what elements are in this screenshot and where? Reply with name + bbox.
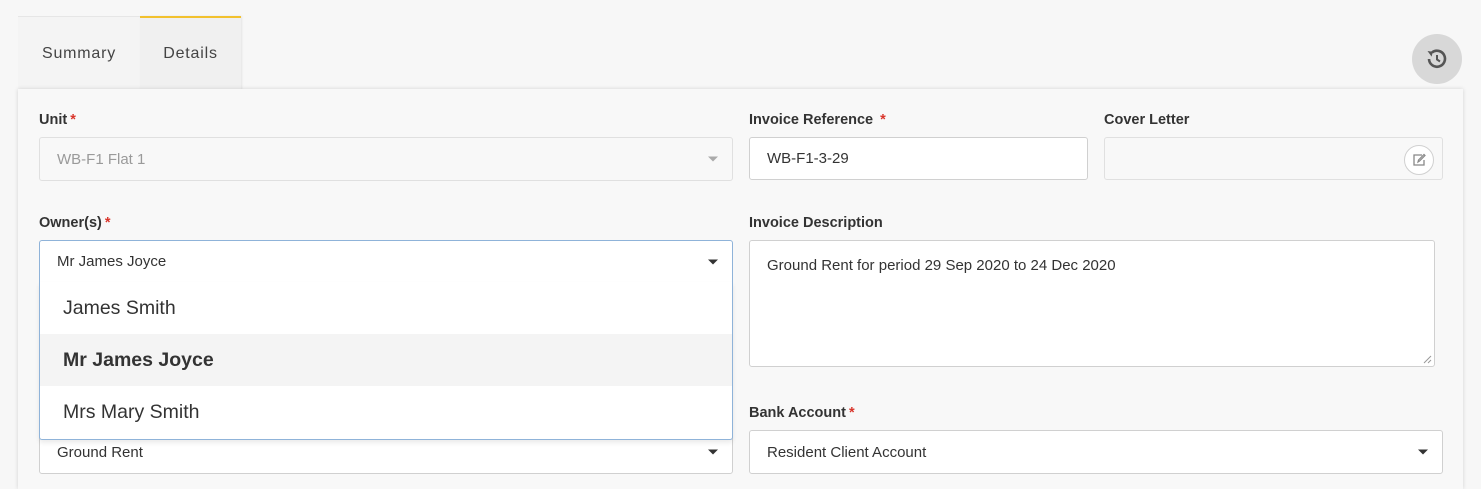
owner-option-mr-james-joyce[interactable]: Mr James Joyce: [40, 334, 732, 386]
invoice-description-label-text: Invoice Description: [749, 215, 883, 231]
cover-letter-field[interactable]: [1104, 137, 1443, 180]
chevron-down-icon: [708, 259, 718, 264]
required-marker: *: [70, 112, 76, 128]
tab-details[interactable]: Details: [140, 16, 241, 90]
unit-label: Unit *: [39, 112, 76, 128]
required-marker: *: [104, 215, 111, 231]
chevron-down-icon: [1418, 449, 1428, 455]
charge-type-value: Ground Rent: [57, 443, 143, 461]
invoice-description-textarea[interactable]: Ground Rent for period 29 Sep 2020 to 24…: [749, 240, 1435, 367]
cover-letter-label: Cover Letter: [1104, 112, 1189, 128]
invoice-reference-value: WB-F1-3-29: [767, 150, 849, 167]
owners-label: Owner(s) *: [39, 215, 111, 231]
invoice-description-value: Ground Rent for period 29 Sep 2020 to 24…: [767, 257, 1116, 274]
edit-icon: [1413, 153, 1426, 166]
invoice-description-label: Invoice Description: [749, 215, 883, 231]
owners-label-text: Owner(s): [39, 215, 102, 231]
edit-cover-letter-button[interactable]: [1404, 145, 1434, 175]
bank-account-value: Resident Client Account: [767, 443, 927, 461]
chevron-down-icon: [708, 449, 718, 455]
history-button[interactable]: [1412, 34, 1462, 84]
bank-account-select[interactable]: Resident Client Account: [749, 430, 1443, 474]
invoice-reference-label-text: Invoice Reference: [749, 112, 874, 128]
invoice-reference-label: Invoice Reference *: [749, 112, 886, 128]
cover-letter-label-text: Cover Letter: [1104, 112, 1190, 128]
invoice-reference-input[interactable]: WB-F1-3-29: [749, 137, 1088, 180]
owner-option-james-smith[interactable]: James Smith: [40, 282, 732, 334]
unit-select[interactable]: WB-F1 Flat 1: [39, 137, 733, 181]
history-icon: [1427, 49, 1447, 68]
unit-value: WB-F1 Flat 1: [57, 150, 146, 168]
required-marker: *: [848, 405, 855, 421]
resize-handle-icon[interactable]: [1422, 354, 1432, 364]
tab-bar: Summary Details: [18, 16, 241, 90]
owners-dropdown-list: James Smith Mr James Joyce Mrs Mary Smit…: [39, 282, 733, 440]
unit-label-text: Unit: [39, 112, 68, 128]
owners-value: Mr James Joyce: [57, 253, 167, 270]
bank-account-label: Bank Account *: [749, 405, 855, 421]
owners-select[interactable]: Mr James Joyce: [39, 240, 733, 283]
chevron-down-icon: [708, 156, 718, 162]
tab-summary[interactable]: Summary: [18, 16, 140, 90]
bank-account-label-text: Bank Account: [749, 405, 846, 421]
owner-option-mrs-mary-smith[interactable]: Mrs Mary Smith: [40, 386, 732, 438]
required-marker: *: [880, 112, 886, 128]
